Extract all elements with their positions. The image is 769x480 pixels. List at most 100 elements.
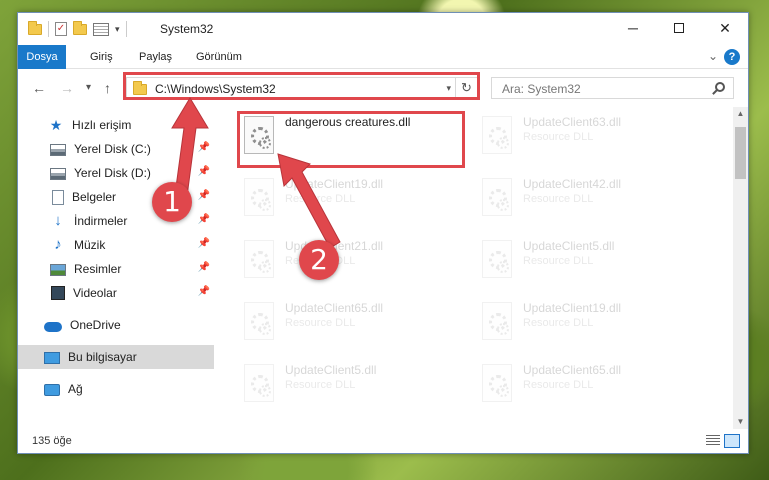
dll-file-icon [482, 178, 512, 216]
status-bar: 135 öğe [18, 429, 748, 453]
pin-icon[interactable]: 📌 [198, 238, 210, 249]
music-icon: ♪ [54, 236, 62, 253]
expand-ribbon-icon[interactable]: ⌄ [708, 49, 718, 63]
dll-file-icon [244, 302, 274, 340]
tab-file[interactable]: Dosya [18, 45, 66, 69]
properties-check-icon[interactable]: ✓ [55, 22, 67, 36]
file-item[interactable]: UpdateClient63.dll Resource DLL [478, 113, 708, 163]
sidebar-item-label: Videolar [73, 286, 117, 300]
documents-icon [52, 189, 64, 205]
sidebar-item-label: Ağ [68, 382, 83, 396]
toolbar-divider [125, 21, 127, 37]
file-item[interactable]: UpdateClient5.dll Resource DLL [478, 237, 708, 287]
file-item[interactable]: UpdateClient5.dll Resource DLL [240, 361, 470, 411]
folder-icon[interactable] [28, 20, 42, 35]
file-type: Resource DLL [285, 317, 356, 329]
sidebar-item-pictures[interactable]: Resimler 📌 [18, 257, 214, 281]
title-bar: ✓ ▾ System32 ─ ✕ [18, 13, 748, 45]
sidebar-item-label: İndirmeler [74, 214, 128, 228]
customize-toolbar-icon[interactable]: ▾ [115, 24, 120, 35]
sidebar-item-label: Yerel Disk (D:) [74, 166, 151, 180]
drive-icon [50, 168, 66, 180]
file-type: Resource DLL [285, 379, 356, 391]
details-view-icon[interactable] [706, 435, 720, 447]
pictures-icon [50, 264, 66, 276]
file-name: UpdateClient5.dll [523, 239, 615, 253]
back-button[interactable]: ← [32, 80, 46, 96]
pin-icon[interactable]: 📌 [198, 214, 210, 225]
up-button[interactable]: ↑ [104, 80, 111, 96]
dll-file-icon [482, 364, 512, 402]
file-type: Resource DLL [523, 193, 594, 205]
onedrive-icon [44, 322, 62, 332]
sidebar-item-onedrive[interactable]: OneDrive [18, 313, 214, 337]
dll-file-icon [244, 178, 274, 216]
videos-icon [51, 286, 65, 300]
dll-file-icon [244, 364, 274, 402]
large-icons-view-icon[interactable] [724, 434, 740, 448]
sidebar-item-label: Belgeler [72, 190, 117, 204]
dll-file-icon [482, 116, 512, 154]
file-name: UpdateClient5.dll [285, 363, 377, 377]
scrollbar-thumb[interactable] [735, 127, 746, 179]
sidebar-item-label: Bu bilgisayar [68, 350, 137, 364]
search-input[interactable]: Ara: System32 [491, 77, 734, 99]
item-count: 135 öğe [32, 435, 72, 447]
dll-file-icon [482, 302, 512, 340]
scroll-up-icon[interactable]: ▲ [733, 107, 748, 121]
sidebar-item-this-pc[interactable]: Bu bilgisayar [18, 345, 214, 369]
drive-icon [50, 144, 66, 156]
minimize-icon: ─ [628, 20, 638, 36]
sidebar-item-label: OneDrive [70, 318, 121, 332]
window-title: System32 [160, 22, 214, 36]
file-name: UpdateClient19.dll [523, 301, 622, 315]
help-icon[interactable]: ? [724, 49, 740, 65]
file-name: UpdateClient63.dll [523, 115, 622, 129]
dll-file-icon [482, 240, 512, 278]
file-name: UpdateClient42.dll [523, 177, 622, 191]
file-item[interactable]: UpdateClient65.dll Resource DLL [240, 299, 470, 349]
file-name: UpdateClient65.dll [285, 301, 384, 315]
file-item[interactable]: UpdateClient42.dll Resource DLL [478, 175, 708, 225]
file-item[interactable]: UpdateClient65.dll Resource DLL [478, 361, 708, 411]
file-type: Resource DLL [523, 379, 594, 391]
maximize-icon [674, 23, 684, 33]
close-button[interactable]: ✕ [702, 13, 748, 43]
sidebar-item-label: Resimler [74, 262, 122, 276]
forward-button[interactable]: → [60, 80, 74, 96]
search-placeholder: Ara: System32 [502, 82, 581, 96]
pin-icon[interactable]: 📌 [198, 286, 210, 297]
file-highlight [237, 111, 465, 168]
sidebar-item-label: Yerel Disk (C:) [74, 142, 151, 156]
tab-view[interactable]: Görünüm [196, 45, 242, 69]
toolbar-divider [48, 21, 49, 37]
recent-locations-button[interactable]: ▾ [86, 82, 91, 93]
maximize-button[interactable] [656, 13, 702, 43]
file-type: Resource DLL [523, 255, 594, 267]
pin-icon[interactable]: 📌 [198, 262, 210, 273]
sidebar-item-music[interactable]: ♪ Müzik 📌 [18, 233, 214, 257]
download-icon: ↓ [54, 212, 62, 229]
step-1-badge: 1 [152, 182, 192, 222]
this-pc-icon [44, 351, 60, 364]
tab-home[interactable]: Giriş [90, 45, 113, 69]
minimize-button[interactable]: ─ [610, 13, 656, 43]
scroll-down-icon[interactable]: ▼ [733, 415, 748, 429]
new-folder-icon[interactable] [73, 20, 87, 35]
sidebar-item-network[interactable]: Ağ [18, 377, 214, 401]
file-name: UpdateClient65.dll [523, 363, 622, 377]
close-icon: ✕ [719, 19, 731, 36]
arrow-to-file [277, 153, 341, 249]
file-type: Resource DLL [523, 131, 594, 143]
star-icon: ★ [49, 117, 63, 133]
vertical-scrollbar[interactable]: ▲ ▼ [733, 107, 748, 429]
window-controls: ─ ✕ [610, 13, 748, 43]
tab-share[interactable]: Paylaş [139, 45, 172, 69]
sidebar-item-label: Müzik [74, 238, 106, 252]
step-2-badge: 2 [299, 240, 339, 280]
ribbon-tabs: Dosya Giriş Paylaş Görünüm ⌄ ? [18, 45, 748, 69]
file-item[interactable]: UpdateClient19.dll Resource DLL [478, 299, 708, 349]
search-icon[interactable] [715, 82, 725, 92]
sidebar-item-videos[interactable]: Videolar 📌 [18, 281, 214, 305]
properties-icon[interactable] [93, 22, 109, 36]
